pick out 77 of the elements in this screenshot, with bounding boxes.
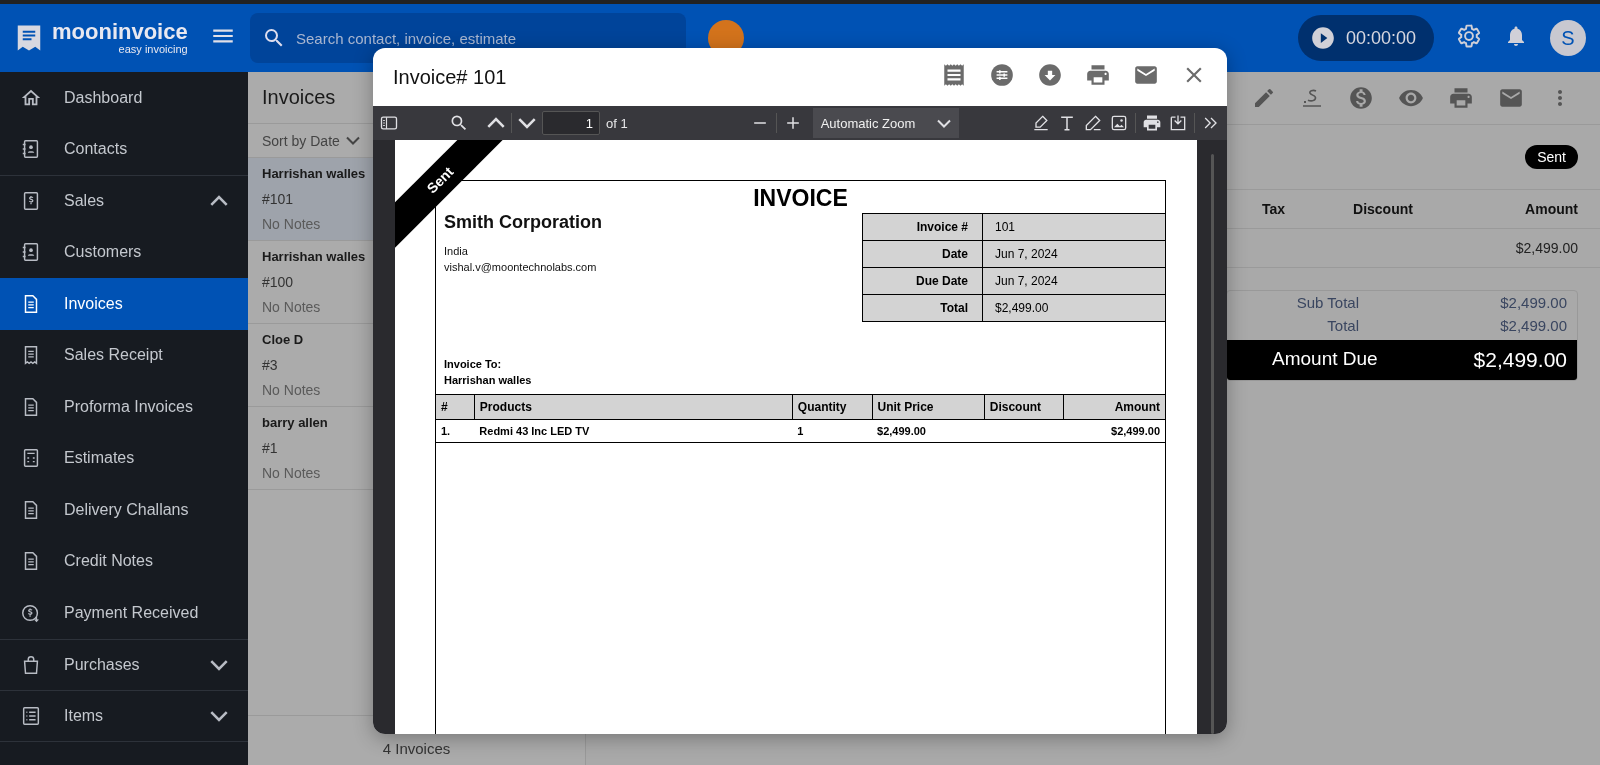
chevron-down-icon — [210, 709, 228, 722]
company-address-line: vishal.v@moontechnolabs.com — [444, 260, 598, 275]
table-cell: 101 — [982, 213, 1166, 241]
total-value: $2,499.00 — [1499, 294, 1567, 311]
chevron-down-icon — [210, 658, 228, 671]
chevron-up-icon[interactable] — [487, 117, 505, 129]
settings-icon[interactable] — [1456, 23, 1482, 49]
brand-tagline: easy invoicing — [118, 43, 188, 55]
sidebar-item[interactable]: Payment Received — [0, 587, 248, 639]
table-cell: Redmi 43 Inc LED TV — [474, 419, 793, 443]
column-header: # — [436, 394, 475, 420]
amount-due-bar: Amount Due $2,499.00 — [1227, 340, 1577, 380]
table-cell: Invoice # — [862, 213, 983, 241]
table-cell: $2,499.00 — [1063, 419, 1165, 443]
table-cell: 1. — [436, 419, 475, 443]
brand-name: mooninvoice — [52, 21, 188, 43]
sidebar-item[interactable]: Customers — [0, 226, 248, 278]
company-name: Smith Corporation — [444, 212, 602, 233]
sidebar-item[interactable]: Delivery Challans — [0, 484, 248, 536]
save-icon[interactable] — [1168, 113, 1188, 133]
status-badge: Sent — [1525, 145, 1578, 169]
total-value: $2,499.00 — [1499, 317, 1567, 334]
table-cell: 1 — [792, 419, 873, 443]
table-cell: Due Date — [862, 267, 983, 295]
column-header: Amount — [1063, 394, 1165, 420]
chevron-down-icon[interactable] — [518, 117, 536, 129]
column-header: Discount — [984, 394, 1064, 420]
table-cell: Jun 7, 2024 — [982, 240, 1166, 268]
highlighter-icon[interactable] — [1031, 113, 1051, 133]
chevron-down-icon — [936, 118, 951, 128]
search-icon[interactable] — [449, 113, 469, 133]
total-label: Sub Total — [1295, 294, 1359, 311]
column-header: Unit Price — [872, 394, 985, 420]
column-header: Discount — [1352, 201, 1414, 217]
invoice-count: 4 Invoices — [382, 740, 451, 757]
column-header: Amount — [1524, 201, 1578, 217]
sidebar-item[interactable]: Dashboard — [0, 72, 248, 124]
user-avatar[interactable]: S — [1550, 20, 1586, 56]
list-icon — [20, 704, 42, 727]
table-cell: $2,499.00 — [982, 294, 1166, 322]
bill-to-label: Invoice To: — [444, 357, 503, 372]
chevron-up-icon — [210, 195, 228, 208]
total-label: Total — [1326, 317, 1359, 334]
sort-dropdown[interactable]: Sort by Date — [262, 132, 360, 149]
pencil-icon[interactable] — [1252, 86, 1276, 110]
print-icon[interactable] — [1142, 113, 1162, 133]
sidebar-item[interactable]: Contacts — [0, 123, 248, 175]
timer-button[interactable]: 00:00:00 — [1297, 15, 1434, 61]
sidebar-item[interactable]: Estimates — [0, 432, 248, 484]
receipt-icon[interactable] — [941, 62, 967, 88]
column-header: Quantity — [792, 394, 873, 420]
sidebar-item[interactable]: Sales Receipt — [0, 329, 248, 381]
company-address-line: India — [444, 244, 469, 259]
print-icon[interactable] — [1085, 62, 1111, 88]
image-icon[interactable] — [1109, 113, 1129, 133]
table-cell: Jun 7, 2024 — [982, 267, 1166, 295]
zoom-dropdown[interactable]: Automatic Zoom — [812, 108, 959, 138]
page-number-field[interactable]: 1 — [542, 111, 600, 135]
sidebar-item[interactable]: Credit Notes — [0, 535, 248, 587]
table-cell: $2,499.00 — [872, 419, 985, 443]
dollar-icon[interactable] — [1348, 85, 1374, 111]
column-header: Products — [474, 394, 793, 420]
sliders-icon[interactable] — [989, 62, 1015, 88]
play-icon — [1309, 25, 1336, 51]
bill-to-name: Harrishan walles — [444, 373, 533, 388]
sidebar-item[interactable]: Invoices — [0, 278, 248, 330]
table-cell: Date — [862, 240, 983, 268]
download-icon[interactable] — [1037, 62, 1063, 88]
column-header: Tax — [1261, 201, 1287, 217]
page-count: of 1 — [606, 115, 628, 131]
table-cell: Total — [862, 294, 983, 322]
sidebar-item[interactable]: Proforma Invoices — [0, 381, 248, 433]
chevron-down-icon — [345, 136, 360, 145]
pen-icon[interactable] — [1083, 113, 1103, 133]
document-heading: INVOICE — [752, 185, 849, 212]
sidebar-item[interactable]: Items — [0, 690, 248, 742]
table-cell-text: $2,499.00 — [1514, 240, 1578, 256]
